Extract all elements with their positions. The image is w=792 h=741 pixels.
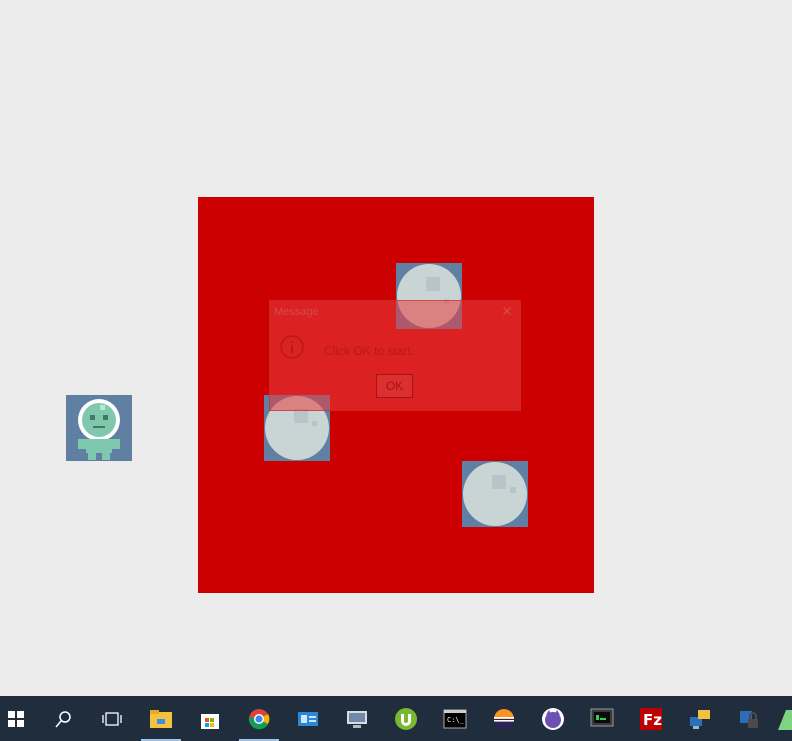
- store-icon[interactable]: [186, 696, 234, 741]
- dialog-title: Message: [274, 306, 319, 318]
- astronaut-icon: [78, 399, 120, 460]
- overflow-app-icon[interactable]: [776, 708, 792, 732]
- network-tool-icon[interactable]: [676, 696, 724, 741]
- command-prompt-icon[interactable]: C:\_: [431, 696, 479, 741]
- close-icon[interactable]: ✕: [501, 303, 513, 320]
- task-view-icon[interactable]: [88, 696, 136, 741]
- windows-start-icon[interactable]: [0, 696, 40, 741]
- svg-text:Fz: Fz: [643, 711, 662, 729]
- taskbar: C:\_ Fz: [0, 696, 792, 741]
- eclipse-icon[interactable]: [480, 696, 528, 741]
- player-astronaut: [66, 395, 132, 461]
- ok-button[interactable]: OK: [376, 374, 413, 398]
- message-dialog: Message ✕ Click OK to start. OK: [269, 300, 521, 411]
- svg-text:C:\_: C:\_: [447, 716, 465, 724]
- file-explorer-icon[interactable]: [137, 696, 185, 741]
- remote-desktop-icon[interactable]: [333, 696, 381, 741]
- utorrent-icon[interactable]: [382, 696, 430, 741]
- filezilla-icon[interactable]: Fz: [627, 696, 675, 741]
- info-icon: [279, 334, 305, 360]
- chrome-icon[interactable]: [235, 696, 283, 741]
- asteroid-icon: [463, 462, 527, 526]
- asteroid: [462, 461, 528, 527]
- dialog-message: Click OK to start.: [324, 344, 415, 358]
- terminal-monitor-icon[interactable]: [578, 696, 626, 741]
- cat-app-icon[interactable]: [529, 696, 577, 741]
- lock-tool-icon[interactable]: [725, 696, 773, 741]
- search-icon[interactable]: [40, 696, 88, 741]
- contacts-icon[interactable]: [284, 696, 332, 741]
